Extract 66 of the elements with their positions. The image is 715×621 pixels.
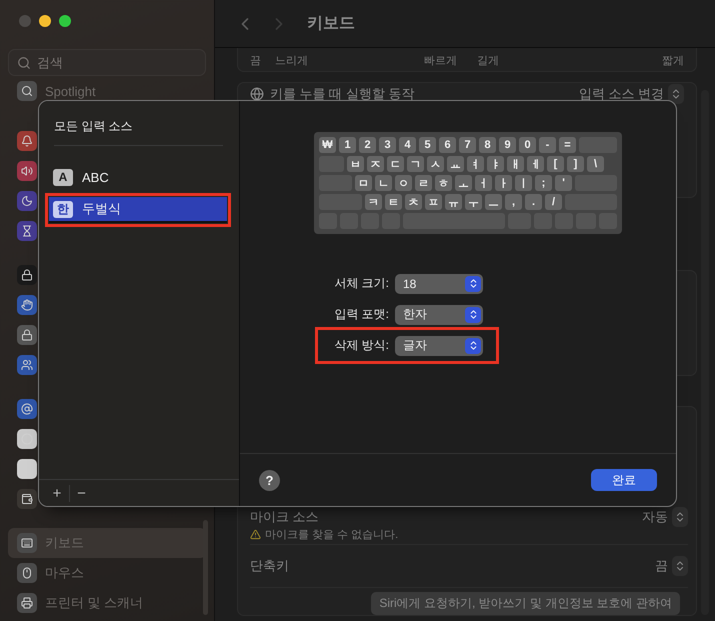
keyboard-key: ㅂ <box>347 156 364 172</box>
slider-label: 느리게 <box>275 54 308 68</box>
option-label: 삭제 방식: <box>334 337 389 354</box>
option-label: 입력 포맷: <box>334 306 389 323</box>
option-label: 서체 크기: <box>334 275 389 292</box>
keyboard-key: ] <box>567 156 584 172</box>
keyboard-key: ㅐ <box>507 156 524 172</box>
keyboard-key: = <box>559 137 576 153</box>
row-value: 입력 소스 변경 <box>578 85 664 103</box>
slider-label: 끔 <box>250 54 261 68</box>
keyboard-key: 5 <box>419 137 436 153</box>
keyboard-key: ㅔ <box>527 156 544 172</box>
keyboard-key: ; <box>535 175 552 191</box>
row-value: 자동 <box>642 508 668 526</box>
language-icon: 한 <box>53 200 73 218</box>
keyboard-key: \ <box>587 156 604 172</box>
slider-label: 길게 <box>477 54 499 68</box>
slider-label: 짧게 <box>662 54 684 68</box>
keyboard-key: ㄷ <box>387 156 404 172</box>
keyboard-key: 7 <box>459 137 476 153</box>
keyboard-key: [ <box>547 156 564 172</box>
window-title: 키보드 <box>307 14 355 34</box>
keyboard-key: . <box>525 194 542 210</box>
keyboard-key: / <box>545 194 562 210</box>
keyboard-key: ㅍ <box>425 194 442 210</box>
keyboard-key: ㅕ <box>467 156 484 172</box>
keyboard-key: ㅎ <box>435 175 452 191</box>
keyboard-key: ㅑ <box>487 156 504 172</box>
keyboard-key: 3 <box>379 137 396 153</box>
keyboard-key: 0 <box>519 137 536 153</box>
keyboard-key: ' <box>555 175 572 191</box>
keyboard-key: ㅏ <box>495 175 512 191</box>
row-label: 마이크 소스 <box>250 508 319 526</box>
keyboard-key: ₩ <box>319 137 336 153</box>
keyboard-key: 1 <box>339 137 356 153</box>
keyboard-key: ㅛ <box>447 156 464 172</box>
keyboard-key: ㅁ <box>355 175 372 191</box>
warning-text: 마이크를 찾을 수 없습니다. <box>265 528 398 542</box>
keyboard-key: ㄱ <box>407 156 424 172</box>
keyboard-key: ㅡ <box>485 194 502 210</box>
keyboard-key: ㅠ <box>445 194 462 210</box>
keyboard-key: ㄴ <box>375 175 392 191</box>
keyboard-key: ㅈ <box>367 156 384 172</box>
keyboard-key: ㅇ <box>395 175 412 191</box>
row-label: 단축키 <box>250 557 289 575</box>
keyboard-key: ㅓ <box>475 175 492 191</box>
keyboard-key: , <box>505 194 522 210</box>
keyboard-key: ㅗ <box>455 175 472 191</box>
keyboard-key: ㅣ <box>515 175 532 191</box>
slider-label: 빠르게 <box>424 54 457 68</box>
keyboard-key: 6 <box>439 137 456 153</box>
keyboard-key: ㅊ <box>405 194 422 210</box>
row-value: 끔 <box>655 557 668 575</box>
keyboard-key: ㅅ <box>427 156 444 172</box>
keyboard-key: ㄹ <box>415 175 432 191</box>
keyboard-key: 2 <box>359 137 376 153</box>
keyboard-key: 8 <box>479 137 496 153</box>
keyboard-key: ㅌ <box>385 194 402 210</box>
keyboard-key: ㅋ <box>365 194 382 210</box>
row-label: 키를 누를 때 실행할 동작 <box>270 85 414 103</box>
language-icon: A <box>53 168 73 186</box>
list-title: 모든 입력 소스 <box>53 118 134 135</box>
keyboard-key: 9 <box>499 137 516 153</box>
keyboard-key: 4 <box>399 137 416 153</box>
keyboard-key: - <box>539 137 556 153</box>
keyboard-key: ㅜ <box>465 194 482 210</box>
